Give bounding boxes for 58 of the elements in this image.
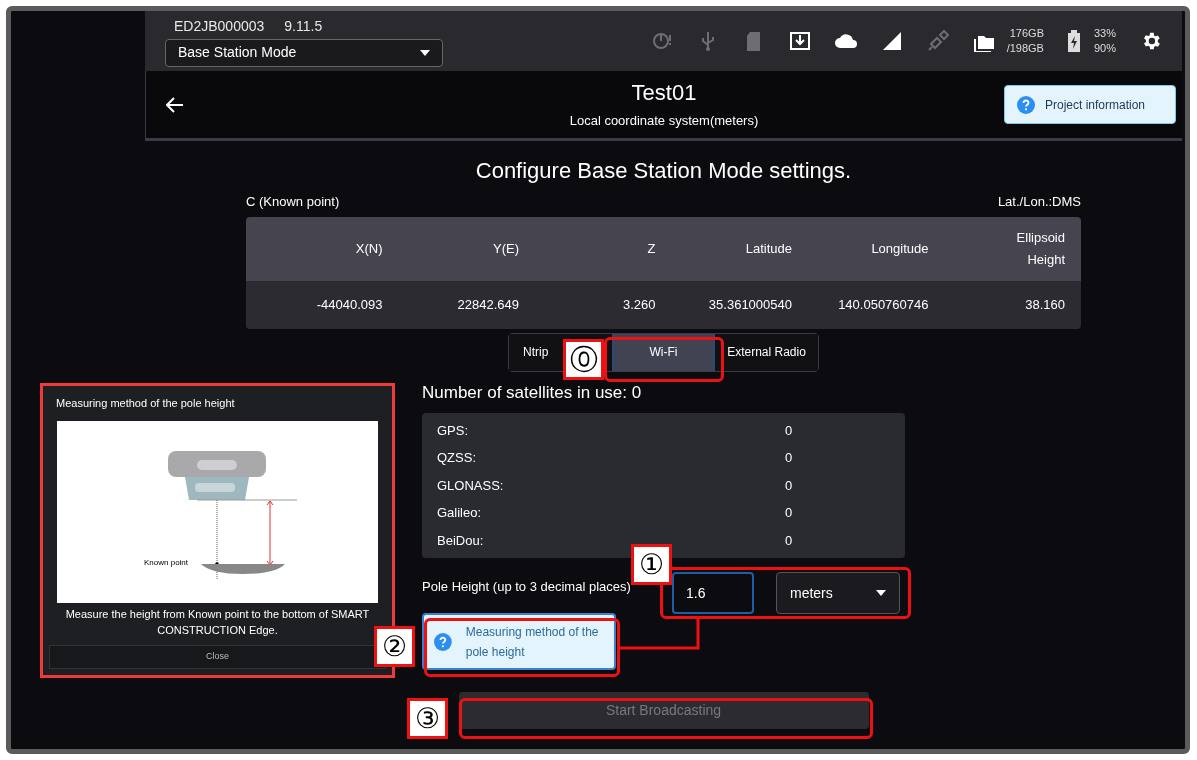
storage-text: /198GB — [1006, 41, 1044, 56]
satellite-name: GPS: — [437, 421, 470, 440]
version-number: 9.11.5 — [284, 16, 323, 36]
download-icon[interactable] — [788, 30, 811, 52]
column-header: Z — [646, 239, 656, 258]
callout-number: ② — [374, 626, 415, 667]
satellite-name: GLONASS: — [437, 476, 505, 495]
project-info-button[interactable]: Project information — [1004, 85, 1176, 124]
dialog-description: Measure the height from Known point to the bottom of SMART CONSTRUCTION Edge. — [64, 606, 371, 638]
battery-text: 33% — [1093, 26, 1116, 41]
satellite-name: BeiDou: — [437, 531, 485, 550]
mode-select[interactable]: Base Station Mode — [165, 38, 443, 67]
project-title: Test01 — [631, 78, 697, 107]
pole-height-input[interactable]: 1.6 — [672, 572, 754, 615]
known-point-label: Known point — [144, 556, 189, 569]
help-icon — [1017, 95, 1035, 114]
satellite-count: 0 — [785, 421, 793, 440]
table-cell-text: -44040.093 — [315, 295, 383, 314]
callout-number: ① — [631, 544, 672, 585]
caret-icon — [420, 49, 430, 56]
satellite-name: QZSS: — [437, 449, 477, 468]
table-cell-text: 38.160 — [1024, 295, 1065, 314]
column-header: Latitude — [744, 239, 792, 258]
timer-icon[interactable] — [650, 30, 673, 52]
pole-help-button[interactable]: Measuring method of the pole height — [422, 613, 616, 671]
satellite-count: 0 — [785, 504, 793, 523]
satellite-icon[interactable] — [926, 30, 949, 52]
table-cell-text: 140.050760746 — [837, 295, 929, 314]
table-cell-text: 22842.649 — [456, 295, 519, 314]
column-header: Y(E) — [492, 239, 519, 258]
battery-icon — [1067, 30, 1080, 52]
satellite-count: 0 — [785, 531, 793, 550]
dialog-title: Measuring method of the pole height — [56, 396, 236, 411]
connection-tab[interactable]: Ntrip — [509, 333, 552, 371]
satellite-count: 0 — [785, 449, 793, 468]
help-icon — [434, 632, 452, 651]
satellite-count: 0 — [785, 476, 793, 495]
satellite-count-title: Number of satellites in use: 0 — [422, 381, 643, 404]
format-label: Lat./Lon.:DMS — [997, 193, 1081, 211]
table-cell-text: 3.260 — [621, 295, 656, 314]
point-label: C (Known point) — [246, 193, 340, 211]
satellite-name: Galileo: — [437, 504, 483, 523]
page-heading: Configure Base Station Mode settings. — [475, 157, 852, 185]
column-header: Longitude — [870, 239, 929, 258]
table-cell-text: 35.361000540 — [707, 295, 792, 314]
pole-height-label: Pole Height (up to 3 decimal places) — [422, 578, 632, 597]
unit-select[interactable]: meters — [776, 572, 900, 615]
battery-text: 90% — [1093, 41, 1116, 56]
caret-icon — [876, 590, 886, 597]
coordinate-system-text: Local coordinate system(meters) — [569, 111, 759, 130]
device-id: ED2JB000003 — [174, 16, 265, 36]
callout-number: ⓪ — [563, 339, 604, 380]
storage-text: 176GB — [1009, 26, 1044, 41]
connection-tab[interactable]: External Radio — [715, 333, 818, 371]
column-header: Ellipsoid Height — [1015, 228, 1065, 269]
callout-number: ③ — [407, 698, 448, 739]
column-header: X(N) — [354, 239, 383, 258]
back-arrow-icon[interactable] — [166, 97, 184, 113]
